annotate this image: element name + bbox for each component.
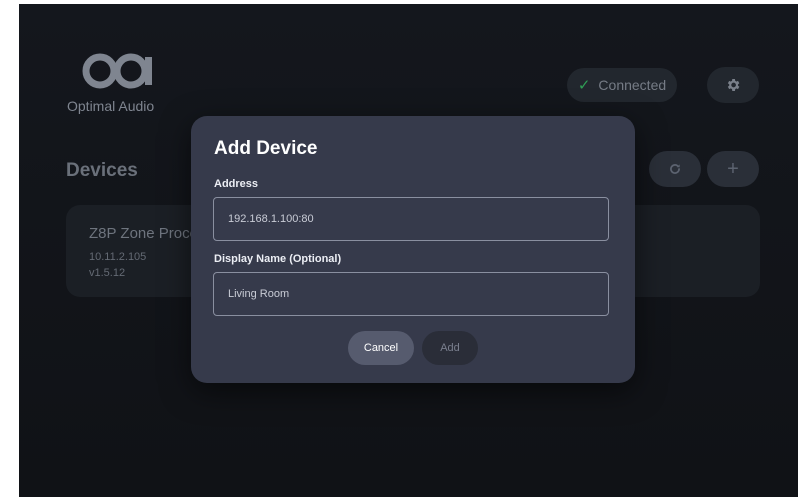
device-version: v1.5.12 [89, 267, 126, 279]
refresh-button[interactable] [649, 151, 701, 187]
connection-status-badge: ✓ Connected [567, 68, 677, 102]
address-label: Address [214, 178, 259, 190]
settings-button[interactable] [707, 67, 759, 103]
dialog-title: Add Device [214, 138, 318, 159]
display-name-input[interactable] [213, 272, 609, 316]
optimal-audio-logo-icon [82, 53, 152, 89]
connection-status-label: Connected [598, 77, 667, 93]
display-name-label: Display Name (Optional) [214, 253, 342, 265]
devices-heading: Devices [66, 160, 138, 181]
address-input[interactable] [213, 197, 609, 241]
check-icon: ✓ [577, 77, 591, 94]
device-ip: 10.11.2.105 [89, 251, 147, 263]
add-device-button[interactable]: + [707, 151, 759, 187]
refresh-icon [670, 164, 680, 174]
cancel-button[interactable]: Cancel [348, 331, 414, 365]
brand-name: Optimal Audio [67, 98, 155, 114]
plus-icon: + [727, 157, 739, 180]
add-button[interactable]: Add [422, 331, 478, 365]
add-device-dialog: Add Device Address Display Name (Optiona… [191, 116, 635, 383]
brand-logo: Optimal Audio [67, 52, 177, 122]
gear-icon [727, 79, 740, 91]
